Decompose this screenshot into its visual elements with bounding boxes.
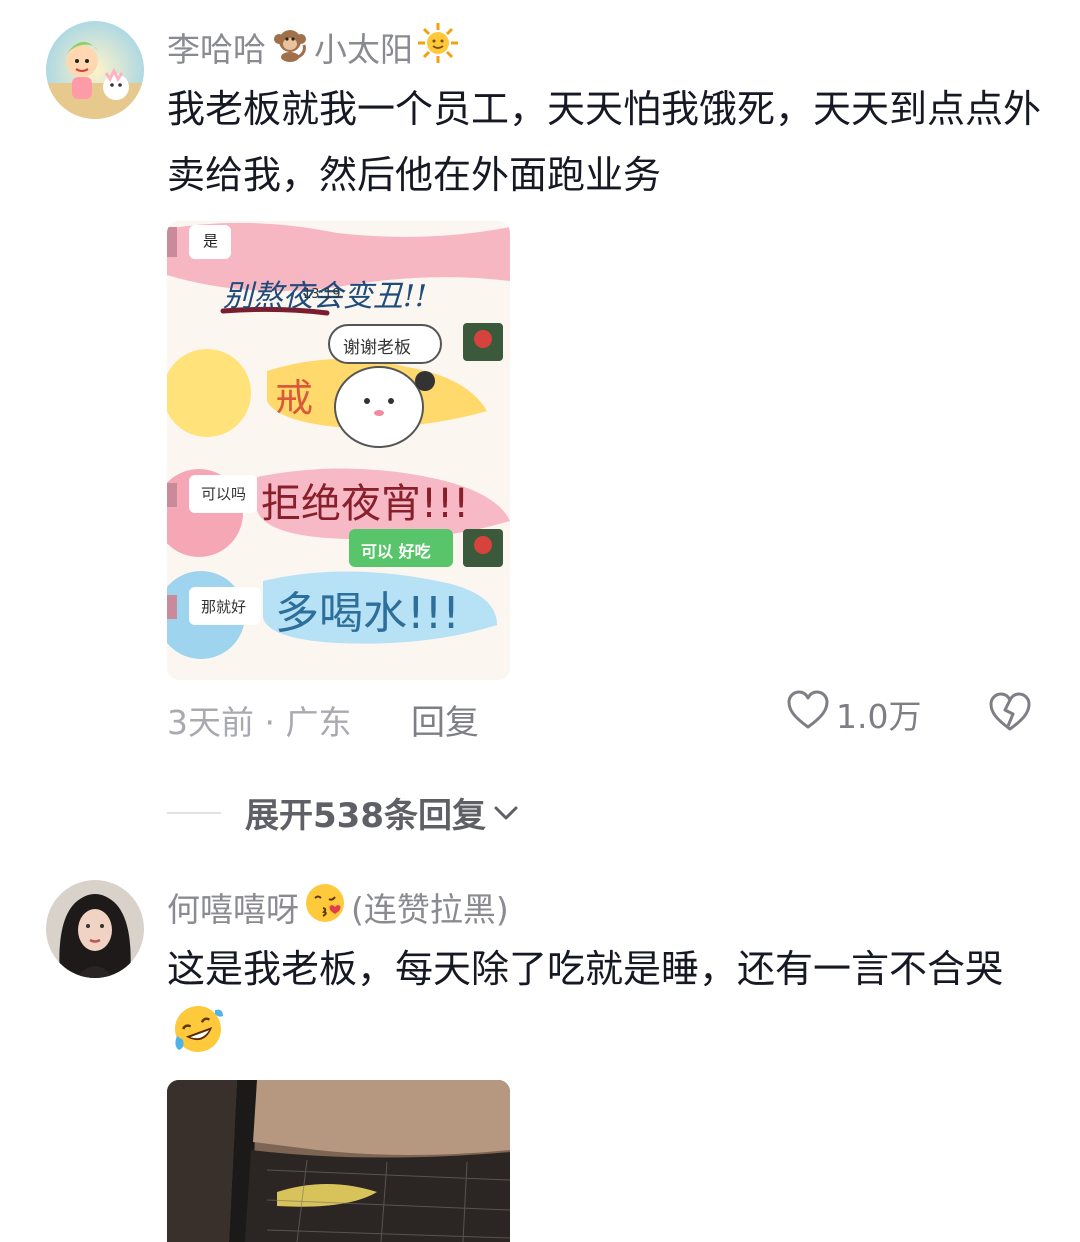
username-suffix: (连赞拉黑) (351, 890, 509, 929)
sticker-text-3: 多喝水!!! (275, 588, 460, 639)
expand-replies[interactable]: 展开538条回复 (167, 788, 520, 837)
avatar[interactable] (46, 880, 144, 978)
kissing-face-emoji-icon (303, 881, 347, 933)
comment-time-location: 3天前 · 广东 (167, 703, 352, 742)
chat-bubble-5: 那就好 (201, 598, 247, 616)
avatar[interactable] (46, 21, 144, 119)
comment-text: 我老板就我一个员工，天天怕我饿死，天天到点点外卖给我，然后他在外面跑业务 (167, 87, 1042, 197)
heart-outline-icon (786, 690, 830, 738)
expand-replies-label[interactable]: 展开538条回复 (245, 788, 486, 837)
divider (167, 811, 221, 814)
username[interactable]: 李哈哈 (167, 23, 266, 71)
username-row[interactable]: 李哈哈 小太阳 (167, 22, 459, 72)
chat-bubble-4: 可以 好吃 (361, 542, 431, 561)
dislike-button[interactable] (988, 692, 1032, 736)
chat-time: 13:19 (303, 287, 341, 302)
sticker-text-1: 戒 (275, 376, 314, 420)
sun-emoji-icon (417, 22, 459, 72)
comment-image[interactable] (167, 1080, 510, 1242)
chat-bubble-3: 可以吗 (201, 485, 247, 503)
comment-text-content: 这是我老板，每天除了吃就是睡，还有一言不合哭 (167, 947, 1004, 991)
comment-image[interactable]: 是 别熬夜会变丑!! 13:19 谢谢老板 戒 可以吗 拒绝夜宵!!! 可以 好… (167, 221, 510, 680)
like-count: 1.0万 (836, 697, 922, 736)
username-suffix: 小太阳 (314, 30, 413, 69)
monkey-emoji-icon (270, 23, 310, 71)
username[interactable]: 何嘻嘻呀 (167, 883, 299, 931)
comment-text: 这是我老板，每天除了吃就是睡，还有一言不合哭 (167, 936, 1047, 1076)
sticker-text-2: 拒绝夜宵!!! (261, 481, 470, 527)
broken-heart-icon (988, 692, 1032, 736)
rolling-laughing-emoji-icon (171, 1002, 225, 1076)
username-row[interactable]: 何嘻嘻呀 (连赞拉黑) (167, 881, 509, 933)
chat-bubble-1: 是 (203, 232, 219, 250)
chevron-down-icon (492, 803, 520, 827)
reply-button[interactable]: 回复 (411, 695, 479, 744)
like-button[interactable]: 1.0万 (786, 690, 921, 738)
chat-bubble-2: 谢谢老板 (343, 338, 411, 358)
